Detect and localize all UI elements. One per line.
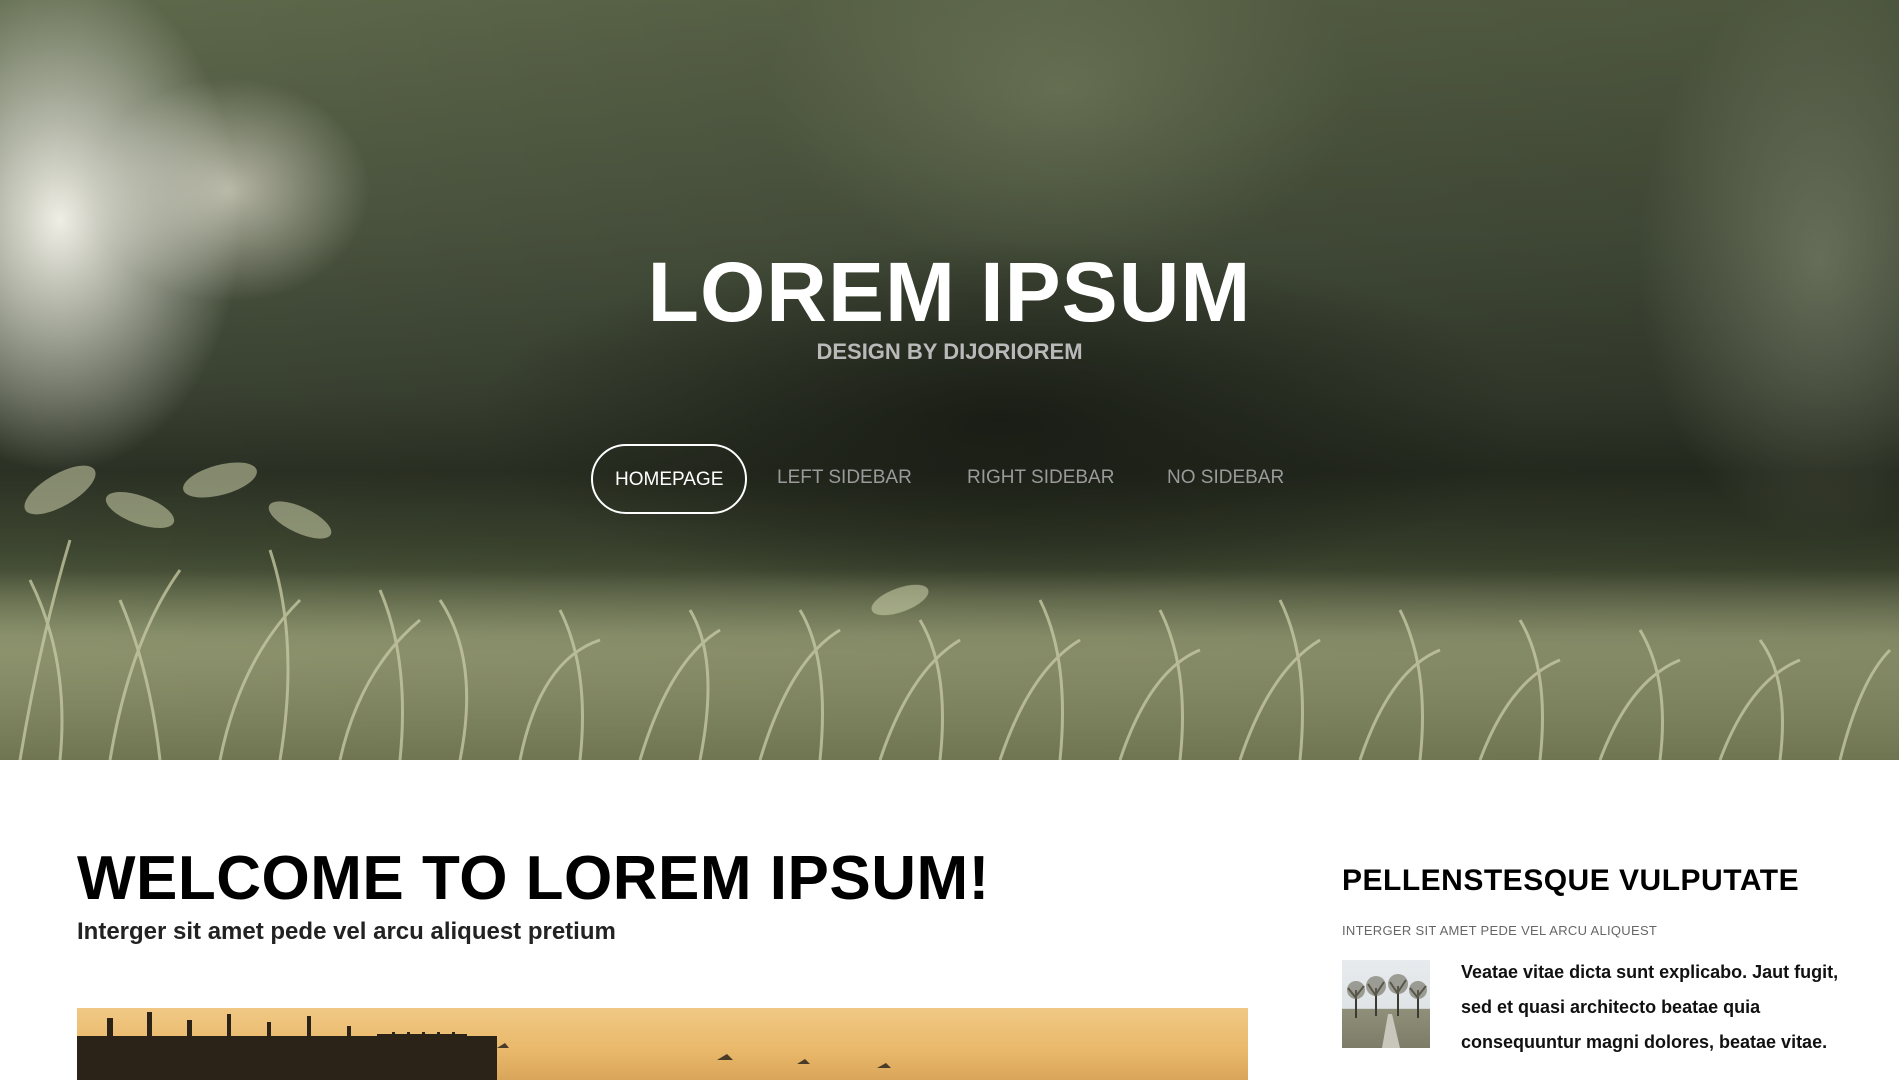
sidebar-text: Veatae vitae dicta sunt explicabo. Jaut … (1461, 962, 1839, 1052)
grass-illustration (0, 462, 1899, 760)
nav-right-sidebar[interactable]: RIGHT SIDEBAR (967, 444, 1114, 514)
sidebar-thumbnail[interactable] (1342, 960, 1430, 1048)
trees-illustration (1347, 974, 1427, 1048)
sidebar-title: PELLENSTESQUE VULPUTATE (1342, 864, 1800, 897)
site-subtitle: DESIGN BY DIJORIOREM (816, 339, 1083, 364)
nav-no-sidebar[interactable]: NO SIDEBAR (1167, 444, 1284, 514)
sunset-illustration (77, 1012, 891, 1080)
nav-homepage[interactable]: HOMEPAGE (591, 444, 748, 514)
feature-image (77, 1008, 1248, 1080)
page-subtitle: Interger sit amet pede vel arcu aliquest… (77, 918, 616, 945)
nav-left-sidebar[interactable]: LEFT SIDEBAR (777, 444, 912, 514)
hero-banner: LOREM IPSUM DESIGN BY DIJORIOREM HOMEPAG… (0, 0, 1899, 760)
page-title: WELCOME TO LOREM IPSUM! (77, 844, 990, 913)
site-title: LOREM IPSUM (647, 245, 1252, 339)
sidebar-meta: INTERGER SIT AMET PEDE VEL ARCU ALIQUEST (1342, 923, 1658, 938)
